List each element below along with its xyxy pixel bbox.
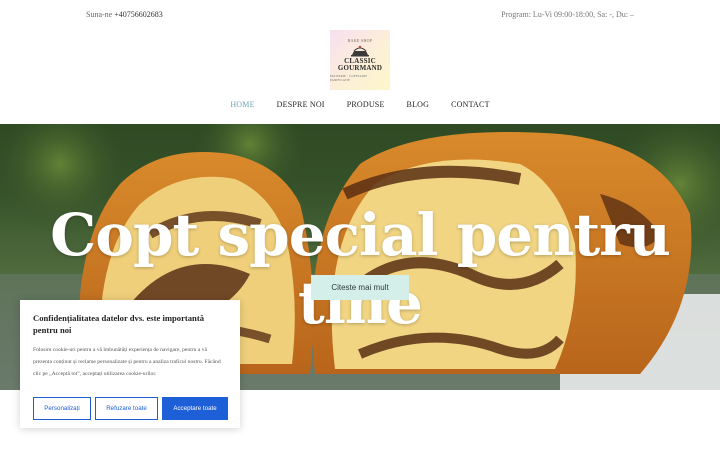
nav-blog[interactable]: BLOG bbox=[407, 100, 430, 116]
phone-info: Suna-ne +40756602683 bbox=[86, 10, 163, 19]
phone-label: Suna-ne bbox=[86, 10, 113, 19]
top-info-bar: Suna-ne +40756602683 Program: Lu-Vi 09:0… bbox=[0, 0, 720, 30]
cookie-title: Confidențialitatea datelor dvs. este imp… bbox=[33, 313, 204, 335]
nav-contact[interactable]: CONTACT bbox=[451, 100, 490, 116]
site-logo[interactable]: BAKE SHOP CLASSIC GOURMAND PATISERIE · C… bbox=[330, 30, 390, 90]
cookie-buttons: Personalizați Refuzare toate Acceptare t… bbox=[33, 397, 228, 420]
nav-produse[interactable]: PRODUSE bbox=[347, 100, 385, 116]
customize-button[interactable]: Personalizați bbox=[33, 397, 91, 420]
cake-icon bbox=[351, 45, 369, 57]
logo-tagline: PATISERIE · COFETARIE · PANIFICATIE bbox=[330, 74, 370, 82]
cookie-text: Folosim cookie-uri pentru a vă îmbunătăț… bbox=[33, 347, 221, 377]
phone-number-link[interactable]: +40756602683 bbox=[114, 10, 163, 19]
read-more-button[interactable]: Citeste mai mult bbox=[311, 275, 409, 300]
accept-all-button[interactable]: Acceptare toate bbox=[162, 397, 228, 420]
reject-all-button[interactable]: Refuzare toate bbox=[95, 397, 158, 420]
nav-despre-noi[interactable]: DESPRE NOI bbox=[277, 100, 325, 116]
logo-line-2: GOURMAND bbox=[337, 64, 383, 72]
logo-small-text: BAKE SHOP bbox=[347, 38, 373, 43]
opening-hours: Program: Lu-Vi 09:00-18:00, Sa: -, Du: – bbox=[501, 10, 634, 19]
cookie-consent-banner: Confidențialitatea datelor dvs. este imp… bbox=[20, 300, 240, 428]
nav-home[interactable]: HOME bbox=[230, 100, 254, 116]
main-navigation: HOME DESPRE NOI PRODUSE BLOG CONTACT bbox=[0, 100, 720, 116]
